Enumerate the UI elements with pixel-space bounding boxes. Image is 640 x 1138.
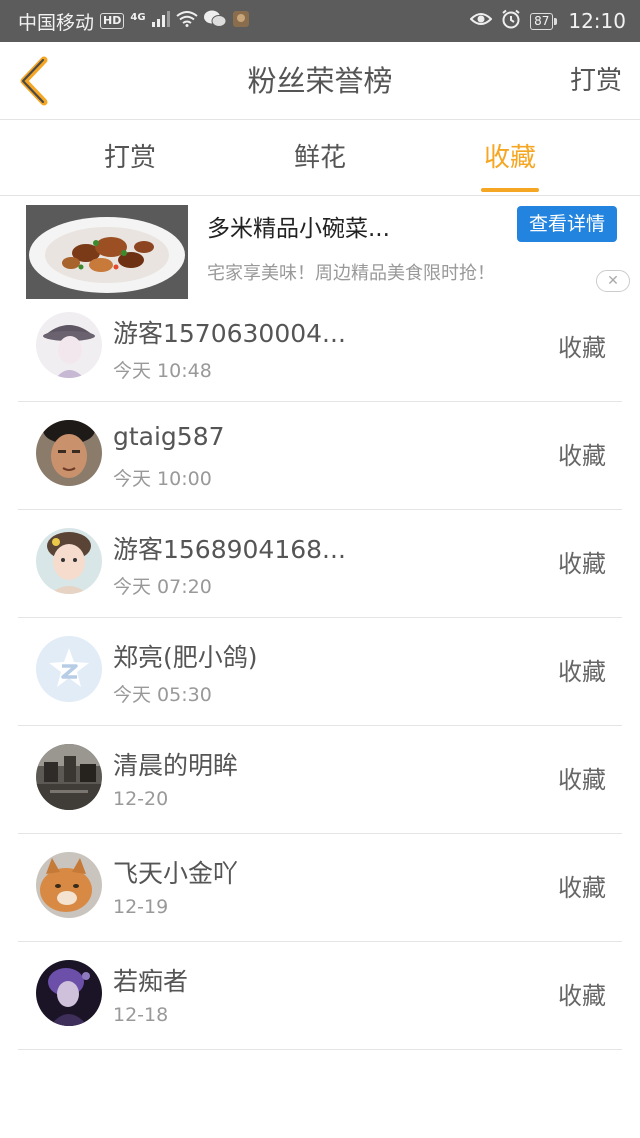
list-item[interactable]: 郑亮(肥小鸽) 今天 05:30 收藏 <box>18 618 622 726</box>
fan-list: 游客1570630004... 今天 10:48 收藏 gtaig587 今天 … <box>0 294 640 1050</box>
tab-reward[interactable]: 打赏 <box>35 121 225 196</box>
action-label: 收藏 <box>558 442 606 470</box>
qq-default-avatar-icon <box>36 636 102 702</box>
fan-name: 游客1568904168... <box>113 535 346 564</box>
list-item[interactable]: 清晨的明眸 12-20 收藏 <box>18 726 622 834</box>
action-label: 收藏 <box>558 550 606 578</box>
ad-title: 多米精品小碗菜... <box>207 216 390 242</box>
nav-bar: 粉丝荣誉榜 打赏 <box>0 42 640 120</box>
app-notification-icon <box>232 10 250 33</box>
fan-time: 12-20 <box>113 788 169 810</box>
list-item[interactable]: 若痴者 12-18 收藏 <box>18 942 622 1050</box>
network-type: 4G <box>130 11 146 23</box>
avatar[interactable] <box>36 852 102 918</box>
status-bar: 中国移动 HD 4G 87 12:10 <box>0 0 640 42</box>
fan-name: 清晨的明眸 <box>113 751 239 780</box>
avatar[interactable] <box>36 528 102 594</box>
ad-food-image[interactable] <box>26 205 188 299</box>
avatar[interactable] <box>36 636 102 702</box>
avatar[interactable] <box>36 744 102 810</box>
action-label: 收藏 <box>558 334 606 362</box>
ad-description: 宅家享美味！周边精品美食限时抢！ <box>207 263 495 284</box>
fan-time: 12-18 <box>113 1004 169 1026</box>
fan-time: 今天 05:30 <box>113 684 212 706</box>
action-label: 收藏 <box>558 766 606 794</box>
fan-name: gtaig587 <box>113 422 225 451</box>
tab-favorites[interactable]: 收藏 <box>415 121 605 196</box>
fan-name: 飞天小金吖 <box>113 859 239 888</box>
list-item[interactable]: 飞天小金吖 12-19 收藏 <box>18 834 622 942</box>
list-item[interactable]: gtaig587 今天 10:00 收藏 <box>18 402 622 510</box>
fan-time: 12-19 <box>113 896 169 918</box>
fan-name: 游客1570630004... <box>113 319 346 348</box>
tab-label: 打赏 <box>103 143 156 173</box>
hd-badge: HD <box>100 13 125 29</box>
avatar[interactable] <box>36 420 102 486</box>
reward-button[interactable]: 打赏 <box>570 42 622 120</box>
fan-name: 郑亮(肥小鸽) <box>113 643 258 672</box>
tab-label: 鲜花 <box>293 143 346 173</box>
list-item[interactable]: 游客1570630004... 今天 10:48 收藏 <box>18 294 622 402</box>
ad-banner[interactable]: 多米精品小碗菜... 宅家享美味！周边精品美食限时抢！ 查看详情 ✕ <box>0 197 640 302</box>
close-icon: ✕ <box>607 273 619 289</box>
wechat-icon <box>203 10 227 33</box>
active-tab-indicator <box>481 188 539 192</box>
tab-label: 收藏 <box>483 143 536 173</box>
battery-indicator: 87 <box>530 12 558 30</box>
tab-flowers[interactable]: 鲜花 <box>225 121 415 196</box>
alarm-icon <box>501 9 521 34</box>
fan-time: 今天 07:20 <box>113 576 212 598</box>
page-title: 粉丝荣誉榜 <box>247 64 393 98</box>
ad-details-button[interactable]: 查看详情 <box>517 206 617 242</box>
fan-time: 今天 10:48 <box>113 360 212 382</box>
carrier-label: 中国移动 <box>18 11 95 34</box>
avatar[interactable] <box>36 312 102 378</box>
action-label: 收藏 <box>558 982 606 1010</box>
signal-icon <box>151 10 170 32</box>
wifi-icon <box>175 10 198 32</box>
ad-close-button[interactable]: ✕ <box>596 270 630 292</box>
fan-time: 今天 10:00 <box>113 468 212 490</box>
eye-icon <box>469 10 493 32</box>
avatar[interactable] <box>36 960 102 1026</box>
list-item[interactable]: 游客1568904168... 今天 07:20 收藏 <box>18 510 622 618</box>
clock: 12:10 <box>568 9 626 33</box>
tab-bar: 打赏 鲜花 收藏 <box>0 121 640 196</box>
action-label: 收藏 <box>558 658 606 686</box>
fan-name: 若痴者 <box>113 967 189 996</box>
action-label: 收藏 <box>558 874 606 902</box>
